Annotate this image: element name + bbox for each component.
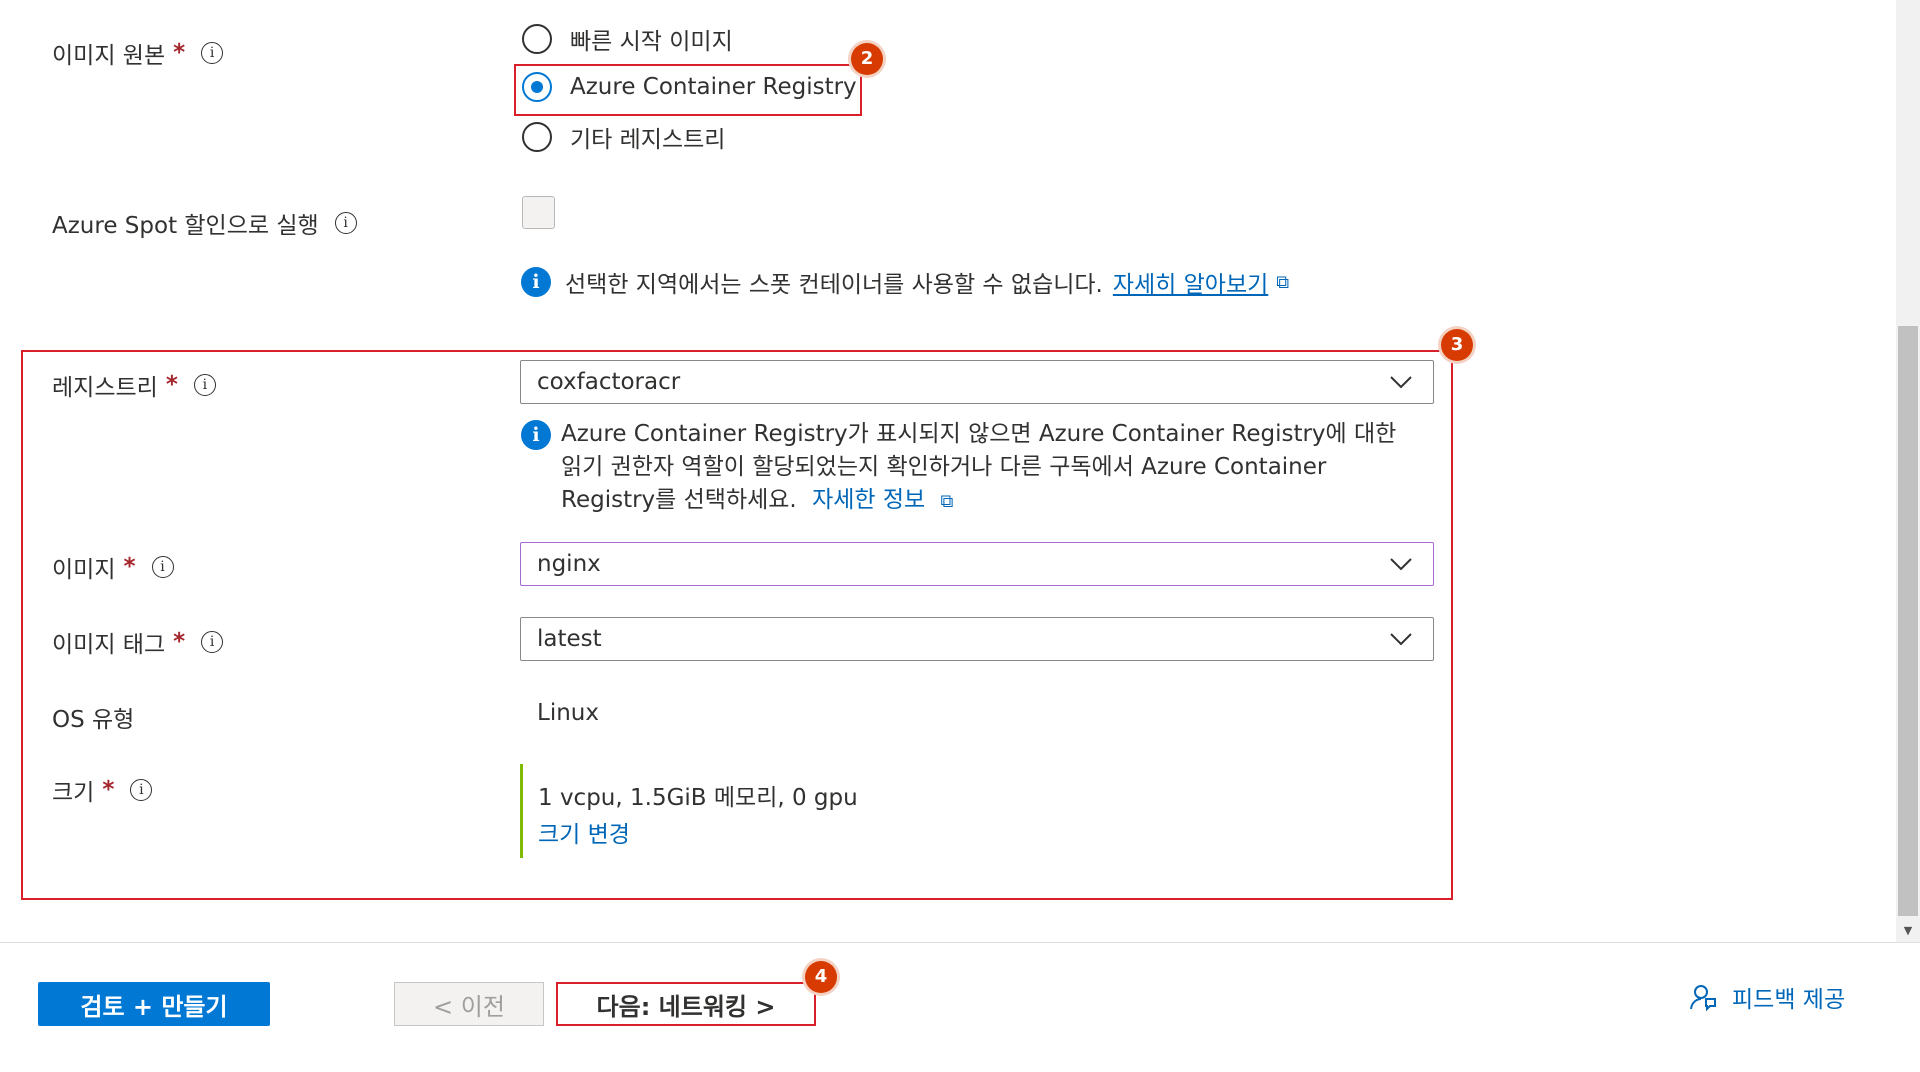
previous-button[interactable]: < 이전 xyxy=(394,982,544,1026)
spot-info-message: i 선택한 지역에서는 스폿 컨테이너를 사용할 수 없습니다. 자세히 알아보… xyxy=(521,265,1289,299)
required-mark: * xyxy=(102,777,115,803)
callout-highlight-2 xyxy=(514,64,862,116)
image-tag-value: latest xyxy=(537,626,602,652)
review-create-button[interactable]: 검토 + 만들기 xyxy=(38,982,270,1026)
registry-info-body: Azure Container Registry가 표시되지 않으면 Azure… xyxy=(561,418,1396,518)
feedback-text: 피드백 제공 xyxy=(1732,987,1846,1013)
chevron-down-icon xyxy=(1390,558,1412,571)
step-badge-3: 3 xyxy=(1441,329,1473,361)
info-icon[interactable]: i xyxy=(201,42,224,64)
learn-more-link[interactable]: 자세히 알아보기 xyxy=(1113,265,1268,299)
more-info-link[interactable]: 자세한 정보 xyxy=(812,487,925,513)
spot-label-text: Azure Spot 할인으로 실행 xyxy=(52,213,319,239)
image-label: 이미지 * i xyxy=(52,550,174,584)
registry-value: coxfactoracr xyxy=(537,369,681,395)
size-label-text: 크기 xyxy=(52,780,95,806)
feedback-person-icon xyxy=(1690,985,1716,1012)
info-icon[interactable]: i xyxy=(334,212,357,234)
registry-info-message: i Azure Container Registry가 표시되지 않으면 Azu… xyxy=(521,418,1396,518)
image-value: nginx xyxy=(537,551,601,577)
scroll-down-arrow-icon[interactable]: ▼ xyxy=(1898,924,1918,938)
change-size-link[interactable]: 크기 변경 xyxy=(538,815,630,849)
info-icon[interactable]: i xyxy=(130,779,153,801)
image-dropdown[interactable]: nginx xyxy=(520,542,1434,586)
registry-label: 레지스트리 * i xyxy=(52,368,216,402)
image-source-label: 이미지 원본 * i xyxy=(52,36,224,70)
chevron-down-icon xyxy=(1390,376,1412,389)
external-link-icon: ⧉ xyxy=(1276,271,1290,293)
registry-info-line: 읽기 권한자 역할이 할당되었는지 확인하거나 다른 구독에서 Azure Co… xyxy=(561,454,1327,480)
required-mark: * xyxy=(165,372,178,398)
required-mark: * xyxy=(123,554,136,580)
os-type-label-text: OS 유형 xyxy=(52,707,135,733)
radio-quickstart[interactable]: 빠른 시작 이미지 xyxy=(522,22,733,56)
step-badge-2: 2 xyxy=(851,43,883,75)
required-mark: * xyxy=(173,40,186,66)
radio-label: 빠른 시작 이미지 xyxy=(570,29,733,55)
info-icon[interactable]: i xyxy=(151,556,174,578)
registry-info-line: Azure Container Registry가 표시되지 않으면 Azure… xyxy=(561,421,1397,447)
os-type-label: OS 유형 xyxy=(52,700,134,734)
info-filled-icon: i xyxy=(521,267,551,297)
spot-info-text: 선택한 지역에서는 스폿 컨테이너를 사용할 수 없습니다. xyxy=(565,272,1103,298)
registry-info-line: Registry를 선택하세요. 자세한 정보 ⧉ xyxy=(561,484,1396,518)
external-link-icon: ⧉ xyxy=(940,491,954,512)
image-tag-dropdown[interactable]: latest xyxy=(520,617,1434,661)
size-value: 1 vcpu, 1.5GiB 메모리, 0 gpu xyxy=(538,785,858,811)
radio-button[interactable] xyxy=(522,24,552,54)
image-label-text: 이미지 xyxy=(52,557,116,583)
radio-other-registry[interactable]: 기타 레지스트리 xyxy=(522,120,725,154)
registry-label-text: 레지스트리 xyxy=(52,375,158,401)
image-tag-label-text: 이미지 태그 xyxy=(52,632,166,658)
registry-info-line3: Registry를 선택하세요. xyxy=(561,487,797,513)
spot-checkbox[interactable] xyxy=(522,196,555,229)
required-mark: * xyxy=(173,629,186,655)
image-source-label-text: 이미지 원본 xyxy=(52,43,166,69)
info-icon[interactable]: i xyxy=(193,374,216,396)
image-tag-label: 이미지 태그 * i xyxy=(52,625,224,659)
size-label: 크기 * i xyxy=(52,773,153,807)
info-icon[interactable]: i xyxy=(201,631,224,653)
os-type-value: Linux xyxy=(537,700,599,726)
step-badge-4: 4 xyxy=(805,961,837,993)
chevron-down-icon xyxy=(1390,633,1412,646)
info-filled-icon: i xyxy=(521,420,551,450)
registry-dropdown[interactable]: coxfactoracr xyxy=(520,360,1434,404)
size-accent-bar xyxy=(520,764,523,858)
radio-button[interactable] xyxy=(522,122,552,152)
next-networking-button[interactable]: 다음: 네트워킹 > xyxy=(556,982,816,1026)
feedback-link[interactable]: 피드백 제공 xyxy=(1688,980,1845,1014)
radio-label: 기타 레지스트리 xyxy=(570,127,726,153)
spot-label: Azure Spot 할인으로 실행 i xyxy=(52,206,357,240)
scrollbar-thumb[interactable] xyxy=(1898,326,1918,916)
footer-divider xyxy=(0,942,1920,943)
